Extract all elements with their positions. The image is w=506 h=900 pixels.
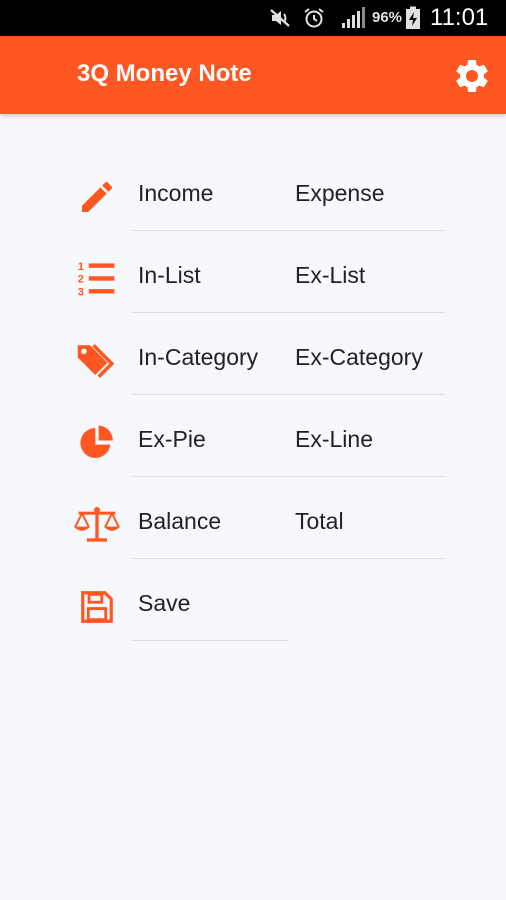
battery-percent: 96% bbox=[372, 9, 403, 26]
svg-text:3: 3 bbox=[78, 287, 84, 299]
signal-icon bbox=[342, 7, 365, 28]
divider bbox=[133, 230, 445, 231]
floppy-disk-icon bbox=[72, 585, 122, 629]
status-bar: 96% 11:01 bbox=[0, 0, 506, 36]
app-bar: 3Q Money Note bbox=[0, 36, 506, 114]
status-clock: 11:01 bbox=[430, 4, 489, 31]
menu-row-balance-total: Balance Total bbox=[0, 483, 506, 565]
ex-pie-item[interactable]: Ex-Pie bbox=[138, 401, 288, 477]
divider bbox=[133, 558, 445, 559]
menu-row-save: Save bbox=[0, 565, 506, 647]
numbered-list-icon: 1 2 3 bbox=[72, 257, 122, 301]
alarm-clock-icon bbox=[304, 8, 324, 28]
settings-button[interactable] bbox=[451, 55, 493, 97]
menu-row-lists: 1 2 3 In-List Ex-List bbox=[0, 237, 506, 319]
ex-line-item[interactable]: Ex-Line bbox=[295, 401, 445, 477]
in-list-item[interactable]: In-List bbox=[138, 237, 288, 313]
ex-list-item[interactable]: Ex-List bbox=[295, 237, 445, 313]
menu-row-categories: In-Category Ex-Category bbox=[0, 319, 506, 401]
tags-icon bbox=[72, 339, 122, 383]
mute-icon bbox=[270, 9, 290, 27]
svg-text:2: 2 bbox=[78, 274, 84, 286]
app-title: 3Q Money Note bbox=[77, 60, 252, 87]
menu-row-charts: Ex-Pie Ex-Line bbox=[0, 401, 506, 483]
divider bbox=[133, 640, 288, 641]
gear-icon bbox=[456, 59, 488, 92]
expense-item[interactable]: Expense bbox=[295, 155, 445, 231]
divider bbox=[133, 394, 445, 395]
svg-text:1: 1 bbox=[78, 261, 84, 273]
total-item[interactable]: Total bbox=[295, 483, 445, 559]
pencil-icon bbox=[72, 175, 122, 219]
pie-chart-icon bbox=[72, 421, 122, 465]
menu-row-income-expense: Income Expense bbox=[0, 155, 506, 237]
battery-charging-icon bbox=[406, 6, 420, 29]
save-item[interactable]: Save bbox=[138, 565, 288, 641]
divider bbox=[133, 476, 445, 477]
in-category-item[interactable]: In-Category bbox=[138, 319, 288, 395]
divider bbox=[133, 312, 445, 313]
income-item[interactable]: Income bbox=[138, 155, 288, 231]
ex-category-item[interactable]: Ex-Category bbox=[295, 319, 445, 395]
balance-item[interactable]: Balance bbox=[138, 483, 288, 559]
balance-scale-icon bbox=[72, 503, 122, 547]
